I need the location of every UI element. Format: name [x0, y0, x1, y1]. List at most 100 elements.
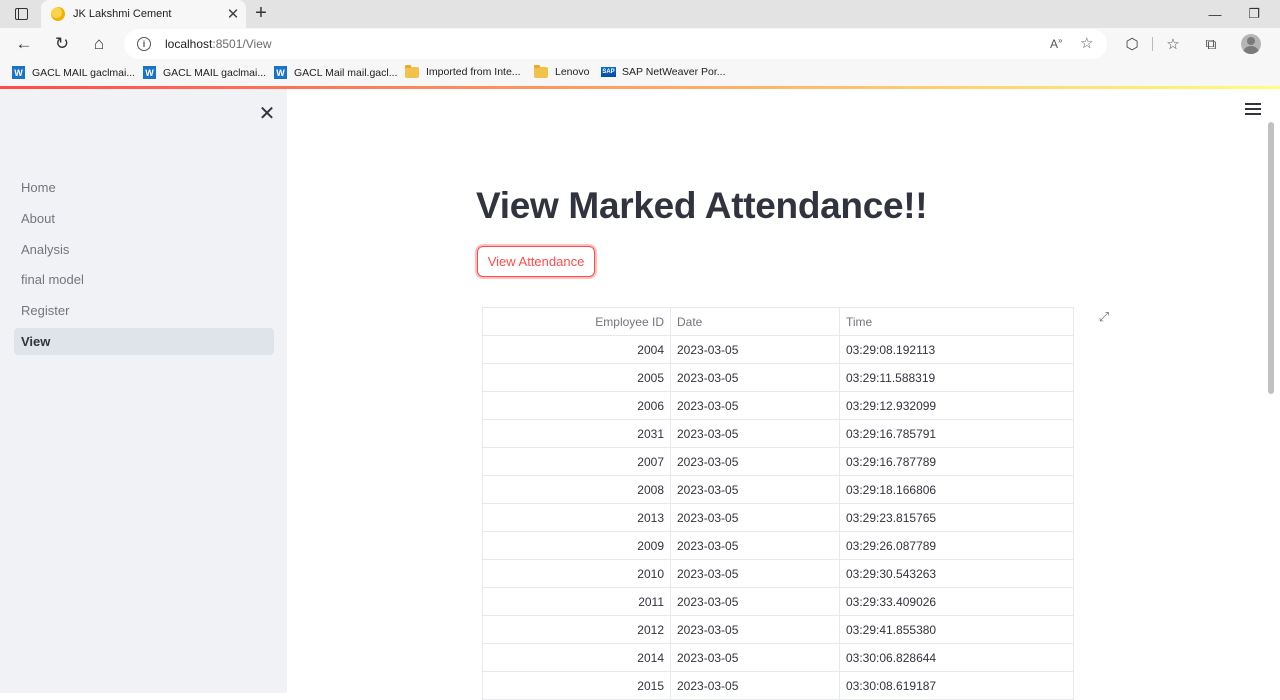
cell-time[interactable]: 03:29:41.855380 [839, 615, 1074, 644]
site-info-icon[interactable]: i [137, 37, 151, 51]
sidebar-item-final-model[interactable]: final model [14, 266, 274, 293]
app-viewport: ✕ Home About Analysis final model Regist… [0, 86, 1280, 700]
minimize-icon[interactable]: — [1204, 4, 1226, 24]
table-row: 2013 2023-03-05 03:29:23.815765 [482, 503, 1074, 532]
bookmarks-bar: W GACL MAIL gaclmai... W GACL MAIL gaclmai… [0, 60, 1280, 86]
cell-date[interactable]: 2023-03-05 [670, 363, 840, 392]
cell-time[interactable]: 03:29:16.787789 [839, 447, 1074, 476]
cell-employee-id[interactable]: 2007 [482, 447, 671, 476]
w-icon: W [143, 66, 156, 79]
favorites-icon[interactable]: ☆ [1162, 33, 1184, 55]
table-row: 2009 2023-03-05 03:29:26.087789 [482, 531, 1074, 560]
view-attendance-button[interactable]: View Attendance [477, 246, 595, 277]
sidebar-item-analysis[interactable]: Analysis [14, 236, 274, 263]
table-row: 2031 2023-03-05 03:29:16.785791 [482, 419, 1074, 448]
cell-employee-id[interactable]: 2015 [482, 671, 671, 700]
cell-employee-id[interactable]: 2013 [482, 503, 671, 532]
cell-time[interactable]: 03:30:06.828644 [839, 643, 1074, 672]
browser-toolbar: ← ↻ ⌂ i localhost:8501/View A» ☆ ⬡ ☆ ⧉ [0, 28, 1280, 60]
column-header-employee-id[interactable]: Employee ID [482, 307, 671, 336]
collections-icon[interactable]: ⧉ [1200, 33, 1222, 55]
cell-date[interactable]: 2023-03-05 [670, 391, 840, 420]
cell-employee-id[interactable]: 2008 [482, 475, 671, 504]
sidebar: ✕ Home About Analysis final model Regist… [0, 89, 287, 693]
cell-time[interactable]: 03:29:30.543263 [839, 559, 1074, 588]
main-menu-icon[interactable] [1245, 103, 1261, 115]
column-header-date[interactable]: Date [670, 307, 840, 336]
cell-date[interactable]: 2023-03-05 [670, 643, 840, 672]
cell-employee-id[interactable]: 2010 [482, 559, 671, 588]
bookmark-item[interactable]: W GACL Mail mail.gacl... [274, 66, 397, 79]
home-icon[interactable]: ⌂ [87, 32, 111, 56]
cell-employee-id[interactable]: 2005 [482, 363, 671, 392]
refresh-icon[interactable]: ↻ [50, 32, 74, 56]
cell-employee-id[interactable]: 2011 [482, 587, 671, 616]
site-favicon-icon [51, 7, 65, 21]
profile-avatar[interactable] [1241, 34, 1261, 54]
page-scrollbar[interactable] [1268, 122, 1274, 394]
cell-date[interactable]: 2023-03-05 [670, 447, 840, 476]
cell-time[interactable]: 03:29:33.409026 [839, 587, 1074, 616]
cell-time[interactable]: 03:29:23.815765 [839, 503, 1074, 532]
cell-employee-id[interactable]: 2014 [482, 643, 671, 672]
new-tab-icon[interactable]: + [250, 2, 272, 24]
cell-date[interactable]: 2023-03-05 [670, 559, 840, 588]
favorite-add-icon[interactable]: ☆ [1080, 34, 1093, 52]
bookmark-item[interactable]: W GACL MAIL gaclmai... [12, 66, 135, 79]
tab-title: JK Lakshmi Cement [73, 8, 172, 20]
bookmark-folder[interactable]: Lenovo [534, 64, 589, 78]
bookmark-folder[interactable]: Imported from Inte... [405, 64, 521, 78]
cell-date[interactable]: 2023-03-05 [670, 615, 840, 644]
sidebar-item-register[interactable]: Register [14, 297, 274, 324]
table-row: 2014 2023-03-05 03:30:06.828644 [482, 643, 1074, 672]
read-aloud-icon[interactable]: A» [1050, 36, 1062, 51]
fullscreen-icon[interactable]: ⤢ [1096, 309, 1112, 325]
address-bar[interactable]: i localhost:8501/View A» ☆ [124, 29, 1107, 59]
cell-time[interactable]: 03:29:12.932099 [839, 391, 1074, 420]
cell-employee-id[interactable]: 2012 [482, 615, 671, 644]
url-text: localhost:8501/View [165, 37, 272, 51]
w-icon: W [274, 66, 287, 79]
table-row: 2011 2023-03-05 03:29:33.409026 [482, 587, 1074, 616]
cell-time[interactable]: 03:29:26.087789 [839, 531, 1074, 560]
close-sidebar-icon[interactable]: ✕ [257, 103, 277, 125]
cell-employee-id[interactable]: 2031 [482, 419, 671, 448]
cell-date[interactable]: 2023-03-05 [670, 475, 840, 504]
table-row: 2004 2023-03-05 03:29:08.192113 [482, 335, 1074, 364]
folder-icon [405, 64, 419, 78]
close-tab-icon[interactable]: ✕ [224, 5, 242, 23]
attendance-table[interactable]: Employee ID Date Time 2004 2023-03-05 03:2… [482, 307, 1074, 700]
toolbar-divider [1152, 37, 1153, 51]
cell-time[interactable]: 03:29:11.588319 [839, 363, 1074, 392]
cell-date[interactable]: 2023-03-05 [670, 335, 840, 364]
cell-time[interactable]: 03:29:16.785791 [839, 419, 1074, 448]
sidebar-item-about[interactable]: About [14, 205, 274, 232]
sidebar-item-home[interactable]: Home [14, 174, 274, 201]
table-row: 2005 2023-03-05 03:29:11.588319 [482, 363, 1074, 392]
tab-actions-icon[interactable] [8, 2, 34, 26]
cell-date[interactable]: 2023-03-05 [670, 587, 840, 616]
cell-date[interactable]: 2023-03-05 [670, 671, 840, 700]
cell-date[interactable]: 2023-03-05 [670, 419, 840, 448]
table-header-row: Employee ID Date Time [482, 307, 1074, 336]
cell-employee-id[interactable]: 2009 [482, 531, 671, 560]
browser-tab[interactable]: JK Lakshmi Cement ✕ [41, 0, 246, 28]
sidebar-item-view[interactable]: View [14, 328, 274, 355]
bookmark-item[interactable]: W GACL MAIL gaclmai... [143, 66, 266, 79]
back-icon[interactable]: ← [12, 32, 36, 56]
table-row: 2006 2023-03-05 03:29:12.932099 [482, 391, 1074, 420]
w-icon: W [12, 66, 25, 79]
restore-icon[interactable]: ❐ [1243, 4, 1265, 24]
cell-time[interactable]: 03:30:08.619187 [839, 671, 1074, 700]
tab-strip: JK Lakshmi Cement ✕ + — ❐ [0, 0, 1280, 28]
cell-time[interactable]: 03:29:08.192113 [839, 335, 1074, 364]
bookmark-item[interactable]: SAP SAP NetWeaver Por... [601, 66, 726, 78]
cell-employee-id[interactable]: 2004 [482, 335, 671, 364]
cell-date[interactable]: 2023-03-05 [670, 531, 840, 560]
cell-date[interactable]: 2023-03-05 [670, 503, 840, 532]
cell-time[interactable]: 03:29:18.166806 [839, 475, 1074, 504]
column-header-time[interactable]: Time [839, 307, 1074, 336]
extensions-icon[interactable]: ⬡ [1121, 33, 1143, 55]
table-row: 2010 2023-03-05 03:29:30.543263 [482, 559, 1074, 588]
cell-employee-id[interactable]: 2006 [482, 391, 671, 420]
